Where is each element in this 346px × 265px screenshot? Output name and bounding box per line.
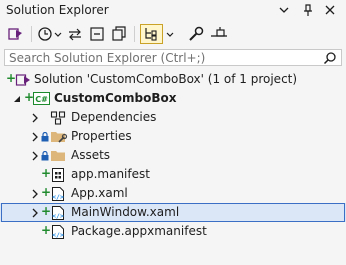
- toolbar: [0, 22, 346, 46]
- lock-icon: [41, 131, 49, 145]
- tree-row-properties[interactable]: Properties: [0, 127, 346, 146]
- tree-row-app-xaml[interactable]: + </> App.xaml: [0, 184, 346, 203]
- xaml-icon: </>: [50, 224, 66, 243]
- item-label: Dependencies: [71, 110, 157, 124]
- item-label: Package.appxmanifest: [71, 224, 207, 238]
- search-icon: [323, 52, 336, 65]
- expanded-arrow-icon[interactable]: [12, 93, 22, 107]
- toolbar-separator: [134, 26, 135, 42]
- svg-text:</>: </>: [52, 231, 64, 239]
- collapse-all-icon: [90, 27, 104, 41]
- search-input[interactable]: [7, 50, 321, 65]
- window-title: Solution Explorer: [6, 3, 109, 17]
- collapsed-arrow-icon[interactable]: [30, 188, 40, 202]
- svg-text:</>: </>: [52, 193, 64, 201]
- search-box[interactable]: [4, 49, 342, 66]
- preview-selected-items-button[interactable]: [208, 24, 230, 44]
- tree-row-mainwindow-xaml[interactable]: + </> MainWindow.xaml: [0, 203, 346, 222]
- tree-row-project[interactable]: + C# CustomComboBox: [0, 89, 346, 108]
- csharp-badge: C#: [35, 95, 48, 104]
- solution-explorer-pane: Solution Explorer Search Solution Explor…: [0, 0, 346, 265]
- pin-icon: [304, 4, 312, 16]
- close-pane-button[interactable]: [322, 2, 338, 18]
- tree-row-assets[interactable]: Assets: [0, 146, 346, 165]
- solution-label: Solution 'CustomComboBox' (1 of 1 projec…: [34, 72, 298, 86]
- item-label: Assets: [71, 148, 111, 162]
- show-all-files-button[interactable]: [110, 24, 128, 44]
- sync-with-active-document-button[interactable]: [140, 24, 178, 44]
- vs-solution-icon: [8, 28, 22, 40]
- close-icon: [325, 5, 335, 15]
- window-position-dropdown[interactable]: [276, 2, 292, 18]
- svg-text:</>: </>: [52, 212, 64, 220]
- collapsed-arrow-icon[interactable]: [30, 207, 40, 221]
- title-bar: Solution Explorer: [0, 0, 346, 20]
- collapsed-arrow-icon[interactable]: [30, 150, 40, 164]
- tree-row-package-appxmanifest[interactable]: + </> Package.appxmanifest: [0, 222, 346, 241]
- search-options-button[interactable]: [323, 51, 337, 68]
- project-label: CustomComboBox: [54, 91, 177, 105]
- item-label: App.xaml: [71, 186, 128, 200]
- tree-view-toggle-icon: [140, 24, 174, 44]
- properties-button[interactable]: [186, 24, 206, 44]
- pending-changes-filter-button[interactable]: [36, 24, 64, 44]
- auto-hide-button[interactable]: [300, 2, 316, 18]
- collapsed-arrow-icon[interactable]: [30, 131, 40, 145]
- refresh-button[interactable]: [66, 24, 84, 44]
- wrench-icon: [189, 26, 204, 41]
- item-label: MainWindow.xaml: [71, 205, 180, 219]
- tree-row-dependencies[interactable]: Dependencies: [0, 108, 346, 127]
- lock-icon: [41, 150, 49, 164]
- tree-row-solution[interactable]: + Solution 'CustomComboBox' (1 of 1 proj…: [0, 70, 346, 89]
- switch-views-button[interactable]: [6, 24, 26, 44]
- collapse-all-button[interactable]: [88, 24, 106, 44]
- sync-arrows-icon: [69, 28, 81, 41]
- copy-pages-icon: [112, 26, 126, 41]
- tree-row-app-manifest[interactable]: + app.manifest: [0, 165, 346, 184]
- clock-dropdown-icon: [38, 27, 62, 41]
- toolbar-separator: [31, 26, 32, 42]
- item-label: app.manifest: [71, 167, 150, 181]
- collapsed-arrow-icon[interactable]: [30, 112, 40, 126]
- chevron-down-icon: [279, 7, 289, 13]
- pin-toggle-icon: [211, 27, 227, 37]
- item-label: Properties: [71, 129, 132, 143]
